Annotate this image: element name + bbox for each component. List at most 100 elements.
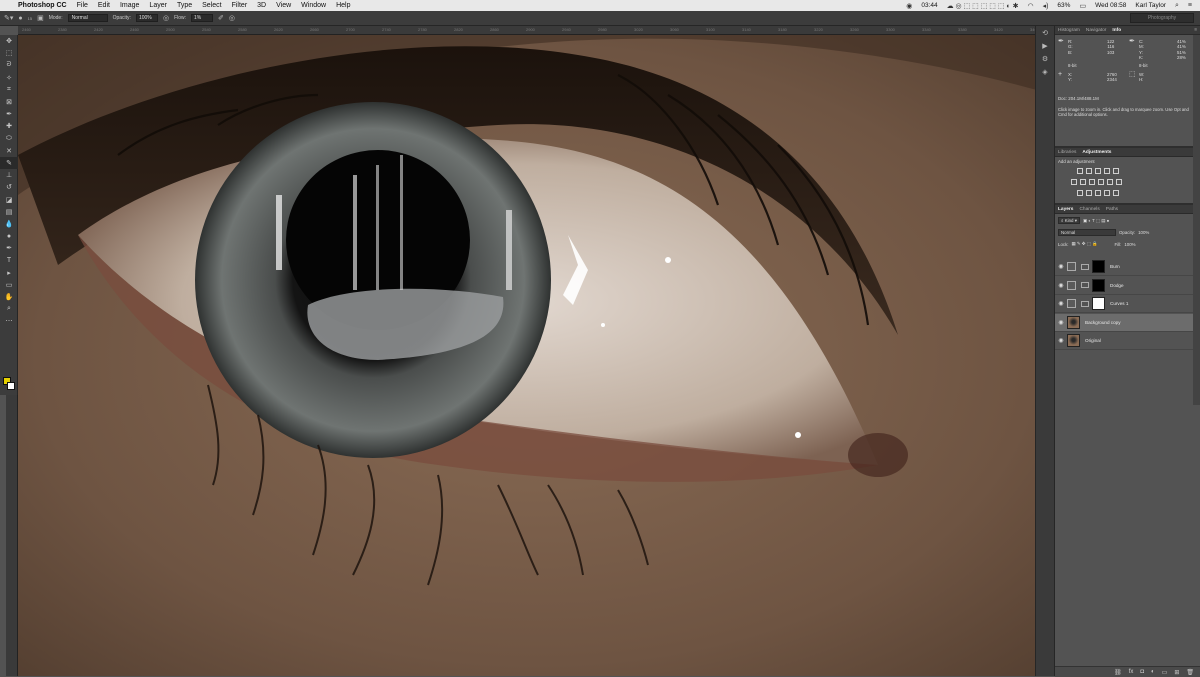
healing-brush-icon[interactable]: ✚ xyxy=(0,120,18,132)
mask-link-icon[interactable] xyxy=(1081,282,1089,288)
channel-mixer-icon[interactable] xyxy=(1107,179,1113,185)
panel-scrollbar[interactable] xyxy=(1193,35,1200,405)
link-layers-icon[interactable]: ⛓ xyxy=(1114,669,1122,676)
mask-link-icon[interactable] xyxy=(1081,300,1089,307)
app-name[interactable]: Photoshop CC xyxy=(18,2,67,9)
visibility-eye-icon[interactable]: ◉ xyxy=(1055,300,1067,307)
gradient-tool-icon[interactable]: ▤ xyxy=(0,206,18,218)
new-layer-icon[interactable]: ⊞ xyxy=(1174,669,1179,676)
posterize-icon[interactable] xyxy=(1086,190,1092,196)
layer-name[interactable]: Burn xyxy=(1110,264,1120,269)
layer-row[interactable]: ◉ Dodge xyxy=(1055,277,1193,295)
visibility-eye-icon[interactable]: ◉ xyxy=(1055,319,1067,326)
tab-navigator[interactable]: Navigator xyxy=(1086,28,1107,33)
brush-tool-icon-active[interactable]: ✎ xyxy=(0,156,18,170)
eraser-tool-icon[interactable]: ◪ xyxy=(0,193,18,205)
zoom-tool-icon[interactable]: ⌕ xyxy=(0,303,18,315)
quick-select-tool-icon[interactable]: ✧ xyxy=(0,72,18,84)
layer-thumb[interactable] xyxy=(1067,334,1080,347)
brush-panel-icon[interactable]: ▣ xyxy=(37,14,44,22)
adjustment-thumb-icon[interactable] xyxy=(1067,299,1076,308)
tab-histogram[interactable]: Histogram xyxy=(1058,28,1080,33)
tab-layers[interactable]: Layers xyxy=(1058,207,1073,212)
layer-row[interactable]: ◉ Curves 1 xyxy=(1055,295,1193,313)
properties-panel-icon[interactable]: ⚙ xyxy=(1036,52,1054,65)
invert-icon[interactable] xyxy=(1077,190,1083,196)
type-tool-icon[interactable]: T xyxy=(0,254,18,266)
channels-panel-icon[interactable]: ◈ xyxy=(1036,65,1054,78)
menu-image[interactable]: Image xyxy=(120,2,139,9)
adjustment-thumb-icon[interactable] xyxy=(1067,262,1076,271)
exposure-icon[interactable] xyxy=(1104,168,1110,174)
menu-filter[interactable]: Filter xyxy=(232,2,248,9)
hue-sat-icon[interactable] xyxy=(1071,179,1077,185)
color-lookup-icon[interactable] xyxy=(1116,179,1122,185)
threshold-icon[interactable] xyxy=(1095,190,1101,196)
document-canvas[interactable] xyxy=(18,35,1054,676)
adjustment-thumb-icon[interactable] xyxy=(1067,280,1076,290)
layer-name[interactable]: Dodge xyxy=(1110,283,1124,288)
mode-select[interactable]: Normal xyxy=(67,14,108,22)
blur-tool-icon[interactable]: 💧 xyxy=(0,218,18,230)
crop-tool-icon[interactable]: ⌗ xyxy=(0,84,18,96)
menu-file[interactable]: File xyxy=(77,2,88,9)
list-icon[interactable]: ≡ xyxy=(1188,2,1192,9)
mask-link-icon[interactable] xyxy=(1081,263,1089,270)
workspace-switcher[interactable]: Photography xyxy=(1130,13,1194,23)
panel-menu-icon[interactable]: ≡ xyxy=(1194,28,1197,33)
menu-type[interactable]: Type xyxy=(177,2,192,9)
path-select-icon[interactable]: ▸ xyxy=(0,267,18,279)
actions-panel-icon[interactable]: ▶ xyxy=(1036,39,1054,52)
new-group-icon[interactable]: ▭ xyxy=(1162,669,1168,676)
shape-tool-icon[interactable]: ▭ xyxy=(0,279,18,291)
patch-tool-icon[interactable]: ⬭ xyxy=(0,133,18,145)
history-brush-icon[interactable]: ↺ xyxy=(0,181,18,193)
selective-color-icon[interactable] xyxy=(1113,190,1119,196)
flow-field[interactable]: 1% xyxy=(191,14,214,22)
history-panel-icon[interactable]: ⟲ xyxy=(1036,26,1054,39)
filter-icons[interactable]: ▣ ◐ T ⬚ ▤ ● xyxy=(1083,218,1109,224)
fill-value[interactable]: 100% xyxy=(1124,242,1135,247)
gradient-map-icon[interactable] xyxy=(1104,190,1110,196)
layer-name[interactable]: Curves 1 xyxy=(1110,301,1128,306)
layer-row[interactable]: ◉ Background copy xyxy=(1055,313,1193,332)
pressure-opacity-icon[interactable]: ◎ xyxy=(163,14,169,22)
record-icon[interactable]: ◉ xyxy=(906,2,912,10)
red-eye-tool-icon[interactable]: ✕ xyxy=(0,145,18,157)
layer-name[interactable]: Background copy xyxy=(1085,320,1121,325)
fx-icon[interactable]: fx xyxy=(1129,669,1134,675)
layer-opacity-value[interactable]: 100% xyxy=(1138,230,1149,235)
background-color-swatch[interactable] xyxy=(7,382,15,390)
menu-view[interactable]: View xyxy=(276,2,291,9)
layer-thumb[interactable] xyxy=(1067,315,1080,329)
menu-layer[interactable]: Layer xyxy=(149,2,167,9)
curves-icon[interactable] xyxy=(1095,168,1101,174)
tab-libraries[interactable]: Libraries xyxy=(1058,150,1076,155)
marquee-tool-icon[interactable]: ⬚ xyxy=(0,47,18,59)
status-icons[interactable]: ☁ ◎ ⬚ ⬚ ⬚ ⬚ ⬚ ◐ ✱ xyxy=(947,2,1019,10)
tab-paths[interactable]: Paths xyxy=(1106,207,1118,212)
color-balance-icon[interactable] xyxy=(1080,179,1086,185)
brush-preset-icon[interactable]: ● xyxy=(18,15,22,22)
search-icon[interactable]: ⌕ xyxy=(1175,2,1179,10)
user-name[interactable]: Karl Taylor xyxy=(1135,2,1166,9)
vibrance-icon[interactable] xyxy=(1113,168,1119,174)
airbrush-icon[interactable]: ✐ xyxy=(218,14,224,22)
hand-tool-icon[interactable]: ✋ xyxy=(0,291,18,303)
brush-size[interactable]: 15 xyxy=(28,16,32,21)
layer-mask-thumb[interactable] xyxy=(1092,297,1105,310)
layer-row[interactable]: ◉ Original xyxy=(1055,332,1193,350)
delete-layer-icon[interactable]: 🗑 xyxy=(1186,669,1194,676)
date-time[interactable]: Wed 08:58 xyxy=(1095,2,1126,9)
kind-filter-select[interactable]: ⌕ Kind ▾ xyxy=(1058,217,1080,224)
visibility-eye-icon[interactable]: ◉ xyxy=(1055,337,1067,344)
more-tools-icon[interactable]: ⋯ xyxy=(0,315,18,327)
volume-icon[interactable]: ◂) xyxy=(1043,2,1049,10)
layer-row[interactable]: ◉ Burn xyxy=(1055,258,1193,276)
menu-help[interactable]: Help xyxy=(336,2,350,9)
menu-window[interactable]: Window xyxy=(301,2,326,9)
pressure-size-icon[interactable]: ◎ xyxy=(229,14,235,22)
add-mask-icon[interactable]: ◘ xyxy=(1140,669,1144,675)
lasso-tool-icon[interactable]: ᘐ xyxy=(0,59,18,71)
tab-info[interactable]: Info xyxy=(1112,28,1121,33)
